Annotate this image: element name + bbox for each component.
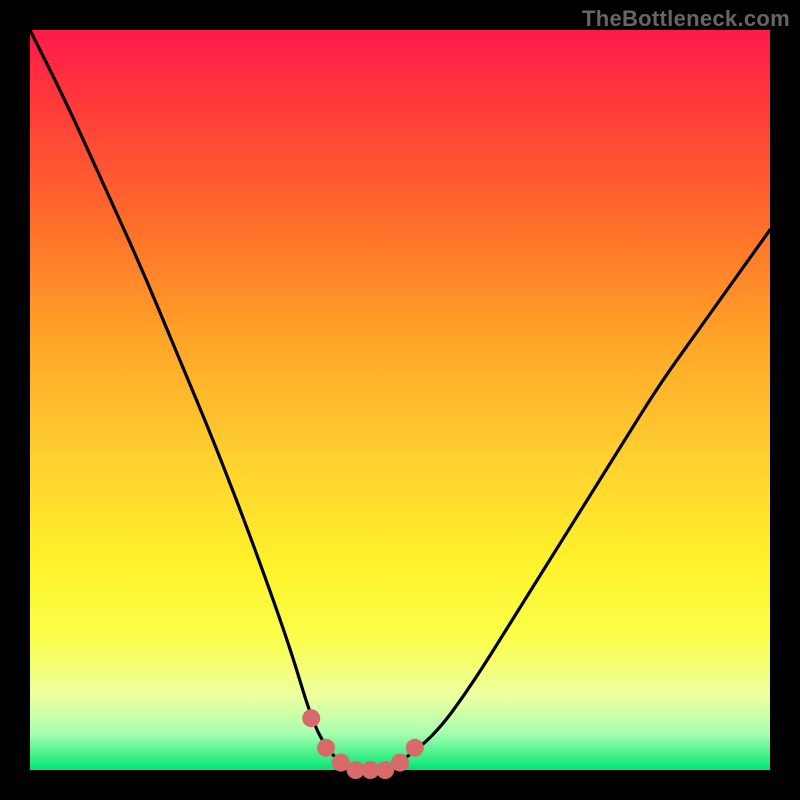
watermark-text: TheBottleneck.com: [582, 6, 790, 32]
highlight-dot: [317, 739, 335, 757]
bottleneck-curve: [30, 30, 770, 770]
plot-area: [30, 30, 770, 770]
chart-svg: [30, 30, 770, 770]
highlight-dot: [406, 739, 424, 757]
chart-frame: TheBottleneck.com: [0, 0, 800, 800]
highlight-dots: [302, 709, 424, 779]
highlight-dot: [391, 754, 409, 772]
highlight-dot: [302, 709, 320, 727]
